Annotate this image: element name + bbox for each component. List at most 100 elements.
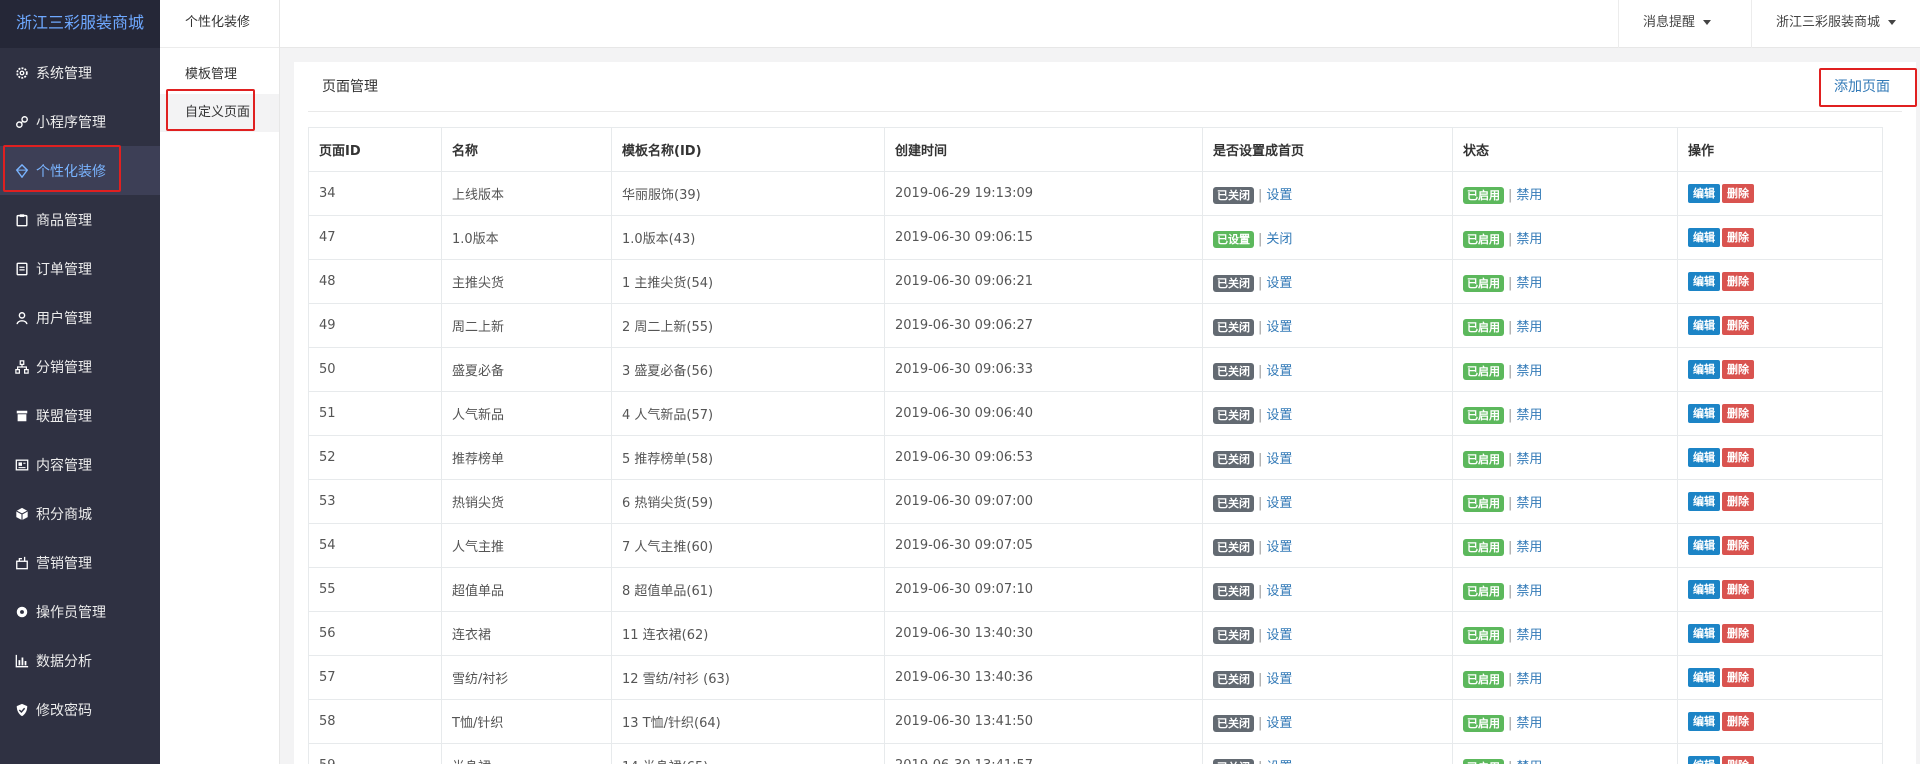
status-badge: 已启用 [1463, 670, 1504, 688]
homepage-toggle-link[interactable]: 设置 [1266, 452, 1292, 467]
delete-button[interactable]: 删除 [1722, 228, 1754, 247]
edit-button[interactable]: 编辑 [1688, 184, 1720, 203]
delete-button[interactable]: 删除 [1722, 316, 1754, 335]
edit-button[interactable]: 编辑 [1688, 360, 1720, 379]
disable-link[interactable]: 禁用 [1516, 364, 1542, 379]
delete-button[interactable]: 删除 [1722, 712, 1754, 731]
disable-link[interactable]: 禁用 [1516, 496, 1542, 511]
cell-page-name: 主推尖货 [441, 259, 612, 304]
homepage-toggle-link[interactable]: 设置 [1266, 672, 1292, 687]
delete-button[interactable]: 删除 [1722, 624, 1754, 643]
sidebar-item-gear[interactable]: 系统管理 [0, 48, 160, 97]
homepage-toggle-link[interactable]: 设置 [1266, 188, 1292, 203]
edit-button[interactable]: 编辑 [1688, 536, 1720, 555]
cell-page-name: 1.0版本 [441, 215, 612, 260]
edit-button[interactable]: 编辑 [1688, 624, 1720, 643]
edit-button[interactable]: 编辑 [1688, 756, 1720, 764]
delete-button[interactable]: 删除 [1722, 360, 1754, 379]
status-badge: 已启用 [1463, 186, 1504, 204]
delete-button[interactable]: 删除 [1722, 536, 1754, 555]
sidebar-item-clipboard[interactable]: 商品管理 [0, 195, 160, 244]
separator: | [1258, 539, 1263, 555]
homepage-toggle-link[interactable]: 设置 [1266, 276, 1292, 291]
delete-button[interactable]: 删除 [1722, 184, 1754, 203]
disable-link[interactable]: 禁用 [1516, 716, 1542, 731]
homepage-toggle-link[interactable]: 设置 [1266, 584, 1292, 599]
disable-link[interactable]: 禁用 [1516, 628, 1542, 643]
homepage-toggle-link[interactable]: 设置 [1266, 628, 1292, 643]
sidebar-item-cube[interactable]: 积分商城 [0, 489, 160, 538]
brand-title[interactable]: 浙江三彩服装商城 [0, 0, 160, 48]
edit-button[interactable]: 编辑 [1688, 228, 1720, 247]
cell-page-name: 推荐榜单 [441, 435, 612, 480]
sidebar-item-newspaper[interactable]: 内容管理 [0, 440, 160, 489]
sidebar-item-sitemap[interactable]: 分销管理 [0, 342, 160, 391]
main-panel: 页面管理 添加页面 页面ID 名称 模板名称(ID) 创建时间 是否设置成首页 … [294, 62, 1916, 764]
disable-link[interactable]: 禁用 [1516, 672, 1542, 687]
edit-button[interactable]: 编辑 [1688, 668, 1720, 687]
disable-link[interactable]: 禁用 [1516, 584, 1542, 599]
cell-actions: 编辑删除 [1677, 347, 1883, 392]
homepage-toggle-link[interactable]: 设置 [1266, 716, 1292, 731]
homepage-toggle-link[interactable]: 设置 [1266, 496, 1292, 511]
sidebar-item-cog[interactable]: 操作员管理 [0, 587, 160, 636]
subnav-item-template-management[interactable]: 模板管理 [160, 56, 279, 94]
caret-down-icon [1888, 20, 1896, 25]
edit-button[interactable]: 编辑 [1688, 272, 1720, 291]
sidebar-item-link[interactable]: 小程序管理 [0, 97, 160, 146]
sidebar-item-bar-chart[interactable]: 数据分析 [0, 636, 160, 685]
subnav-item-custom-page[interactable]: 自定义页面 [160, 94, 279, 132]
delete-button[interactable]: 删除 [1722, 756, 1754, 764]
delete-button[interactable]: 删除 [1722, 580, 1754, 599]
delete-button[interactable]: 删除 [1722, 492, 1754, 511]
homepage-toggle-link[interactable]: 设置 [1266, 320, 1292, 335]
notifications-dropdown[interactable]: 消息提醒 [1617, 0, 1735, 48]
delete-button[interactable]: 删除 [1722, 668, 1754, 687]
cell-status: 已启用|禁用 [1452, 699, 1678, 744]
disable-link[interactable]: 禁用 [1516, 760, 1542, 764]
disable-link[interactable]: 禁用 [1516, 232, 1542, 247]
edit-button[interactable]: 编辑 [1688, 404, 1720, 423]
add-page-button[interactable]: 添加页面 [1834, 76, 1890, 96]
edit-button[interactable]: 编辑 [1688, 712, 1720, 731]
edit-button[interactable]: 编辑 [1688, 448, 1720, 467]
user-icon [14, 310, 30, 326]
disable-link[interactable]: 禁用 [1516, 320, 1542, 335]
account-dropdown[interactable]: 浙江三彩服装商城 [1750, 0, 1920, 48]
edit-button[interactable]: 编辑 [1688, 492, 1720, 511]
cell-homepage: 已关闭|设置 [1202, 655, 1453, 700]
cell-created-time: 2019-06-30 13:40:30 [884, 611, 1203, 656]
sidebar-item-shield[interactable]: 修改密码 [0, 685, 160, 734]
delete-button[interactable]: 删除 [1722, 448, 1754, 467]
disable-link[interactable]: 禁用 [1516, 276, 1542, 291]
panel-header: 页面管理 添加页面 [308, 62, 1902, 112]
sidebar-item-user[interactable]: 用户管理 [0, 293, 160, 342]
edit-button[interactable]: 编辑 [1688, 580, 1720, 599]
separator: | [1258, 715, 1263, 731]
separator: | [1258, 363, 1263, 379]
edit-button[interactable]: 编辑 [1688, 316, 1720, 335]
sidebar-item-list[interactable]: 订单管理 [0, 244, 160, 293]
sidebar-item-marketing[interactable]: 营销管理 [0, 538, 160, 587]
sidebar-item-store[interactable]: 联盟管理 [0, 391, 160, 440]
homepage-toggle-link[interactable]: 设置 [1266, 364, 1292, 379]
cell-status: 已启用|禁用 [1452, 391, 1678, 436]
disable-link[interactable]: 禁用 [1516, 540, 1542, 555]
disable-link[interactable]: 禁用 [1516, 188, 1542, 203]
cell-actions: 编辑删除 [1677, 479, 1883, 524]
homepage-toggle-link[interactable]: 设置 [1266, 408, 1292, 423]
cell-template-name: 2 周二上新(55) [611, 303, 885, 348]
separator: | [1508, 495, 1513, 511]
disable-link[interactable]: 禁用 [1516, 408, 1542, 423]
column-header-id: 页面ID [308, 127, 442, 172]
homepage-toggle-link[interactable]: 设置 [1266, 540, 1292, 555]
homepage-toggle-link[interactable]: 关闭 [1266, 232, 1292, 247]
sidebar-item-label: 系统管理 [36, 65, 92, 82]
delete-button[interactable]: 删除 [1722, 404, 1754, 423]
sidebar-item-diamond[interactable]: 个性化装修 [0, 146, 160, 195]
delete-button[interactable]: 删除 [1722, 272, 1754, 291]
disable-link[interactable]: 禁用 [1516, 452, 1542, 467]
homepage-toggle-link[interactable]: 设置 [1266, 760, 1292, 764]
separator: | [1508, 231, 1513, 247]
status-badge: 已启用 [1463, 626, 1504, 644]
